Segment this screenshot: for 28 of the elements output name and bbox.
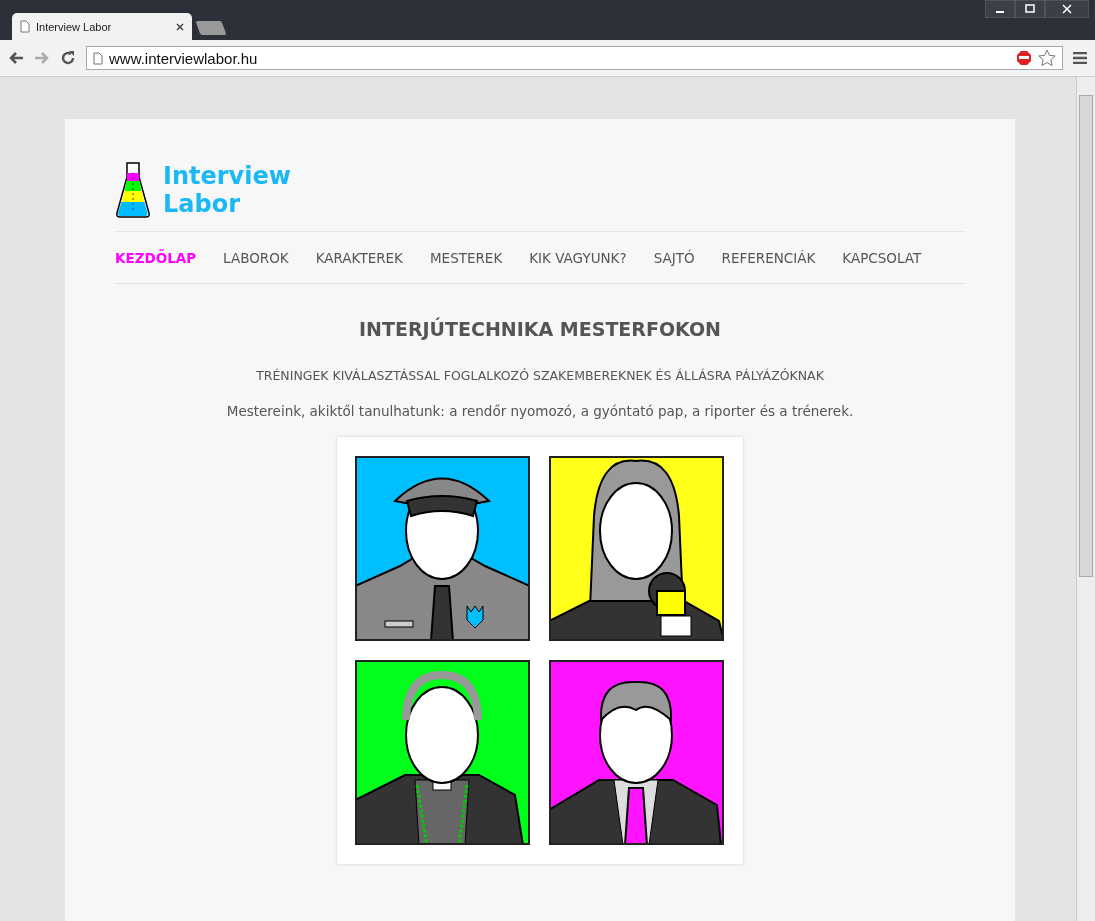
browser-tab[interactable]: Interview Labor (12, 13, 192, 40)
maximize-icon[interactable] (1015, 0, 1045, 18)
nav-link[interactable]: KIK VAGYUNK? (529, 249, 627, 266)
back-arrow-icon[interactable] (8, 51, 24, 65)
nav-link[interactable]: SAJTÓ (653, 249, 695, 266)
subheading: TRÉNINGEK KIVÁLASZTÁSSAL FOGLALKOZÓ SZAKEMBEREKNEK ÉS ÁLLÁSRA PÁLYÁZÓKNAK (255, 368, 825, 383)
nav-link[interactable]: KAPCSOLAT (842, 249, 922, 266)
close-icon[interactable] (1045, 0, 1089, 18)
page-icon (93, 51, 103, 65)
stop-sign-icon[interactable] (1016, 50, 1032, 66)
address-bar[interactable]: www.interviewlabor.hu (86, 46, 1063, 70)
menu-icon[interactable] (1073, 52, 1087, 64)
reload-icon[interactable] (60, 50, 76, 66)
close-icon[interactable] (176, 22, 184, 31)
page-icon (20, 20, 30, 33)
nav-link[interactable]: REFERENCIÁK (721, 249, 816, 266)
url-text: www.interviewlabor.hu (109, 49, 259, 67)
flask-logo-icon (115, 161, 151, 219)
star-icon[interactable] (1038, 49, 1056, 67)
nav-link[interactable]: MESTEREK (429, 249, 503, 266)
intro-text: Mestereink, akiktől tanulhatunk: a rendőr nyomozó, a gyóntató pap, a riporter és a trénerek. (225, 403, 855, 419)
page-heading: INTERJÚTECHNIKA MESTERFOKON (358, 318, 722, 340)
scrollbar[interactable] (1076, 77, 1095, 921)
tab-title: Interview Labor (36, 20, 113, 33)
nav-link[interactable]: LABOROK (223, 249, 289, 266)
minimize-icon[interactable] (985, 0, 1015, 18)
nav-link[interactable]: KARAKTEREK (315, 249, 403, 266)
new-tab-button[interactable] (195, 21, 227, 35)
